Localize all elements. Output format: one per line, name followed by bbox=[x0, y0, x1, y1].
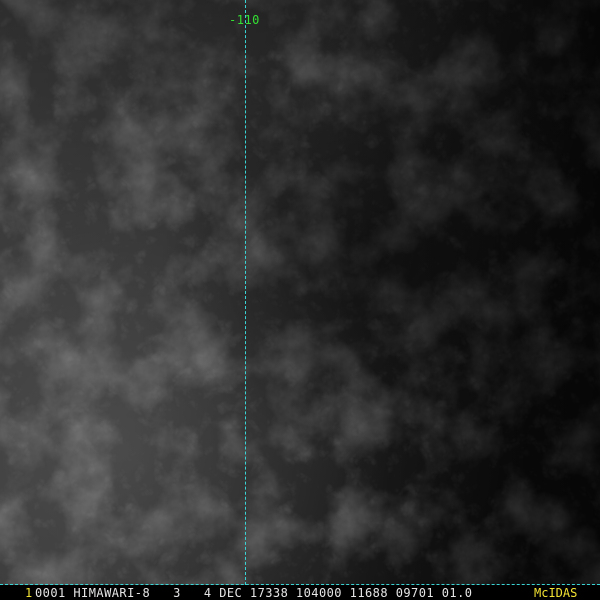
longitude-label: -110 bbox=[229, 13, 260, 27]
image-info-text: 0001 HIMAWARI-8 3 4 DEC 17338 104000 116… bbox=[35, 586, 473, 600]
frame-number: 1 bbox=[25, 586, 33, 600]
longitude-grid-line bbox=[245, 0, 246, 585]
mcidas-brand: McIDAS bbox=[534, 586, 578, 600]
satellite-cloud-image bbox=[0, 0, 600, 600]
satellite-viewer: -110 1 0001 HIMAWARI-8 3 4 DEC 17338 104… bbox=[0, 0, 600, 600]
